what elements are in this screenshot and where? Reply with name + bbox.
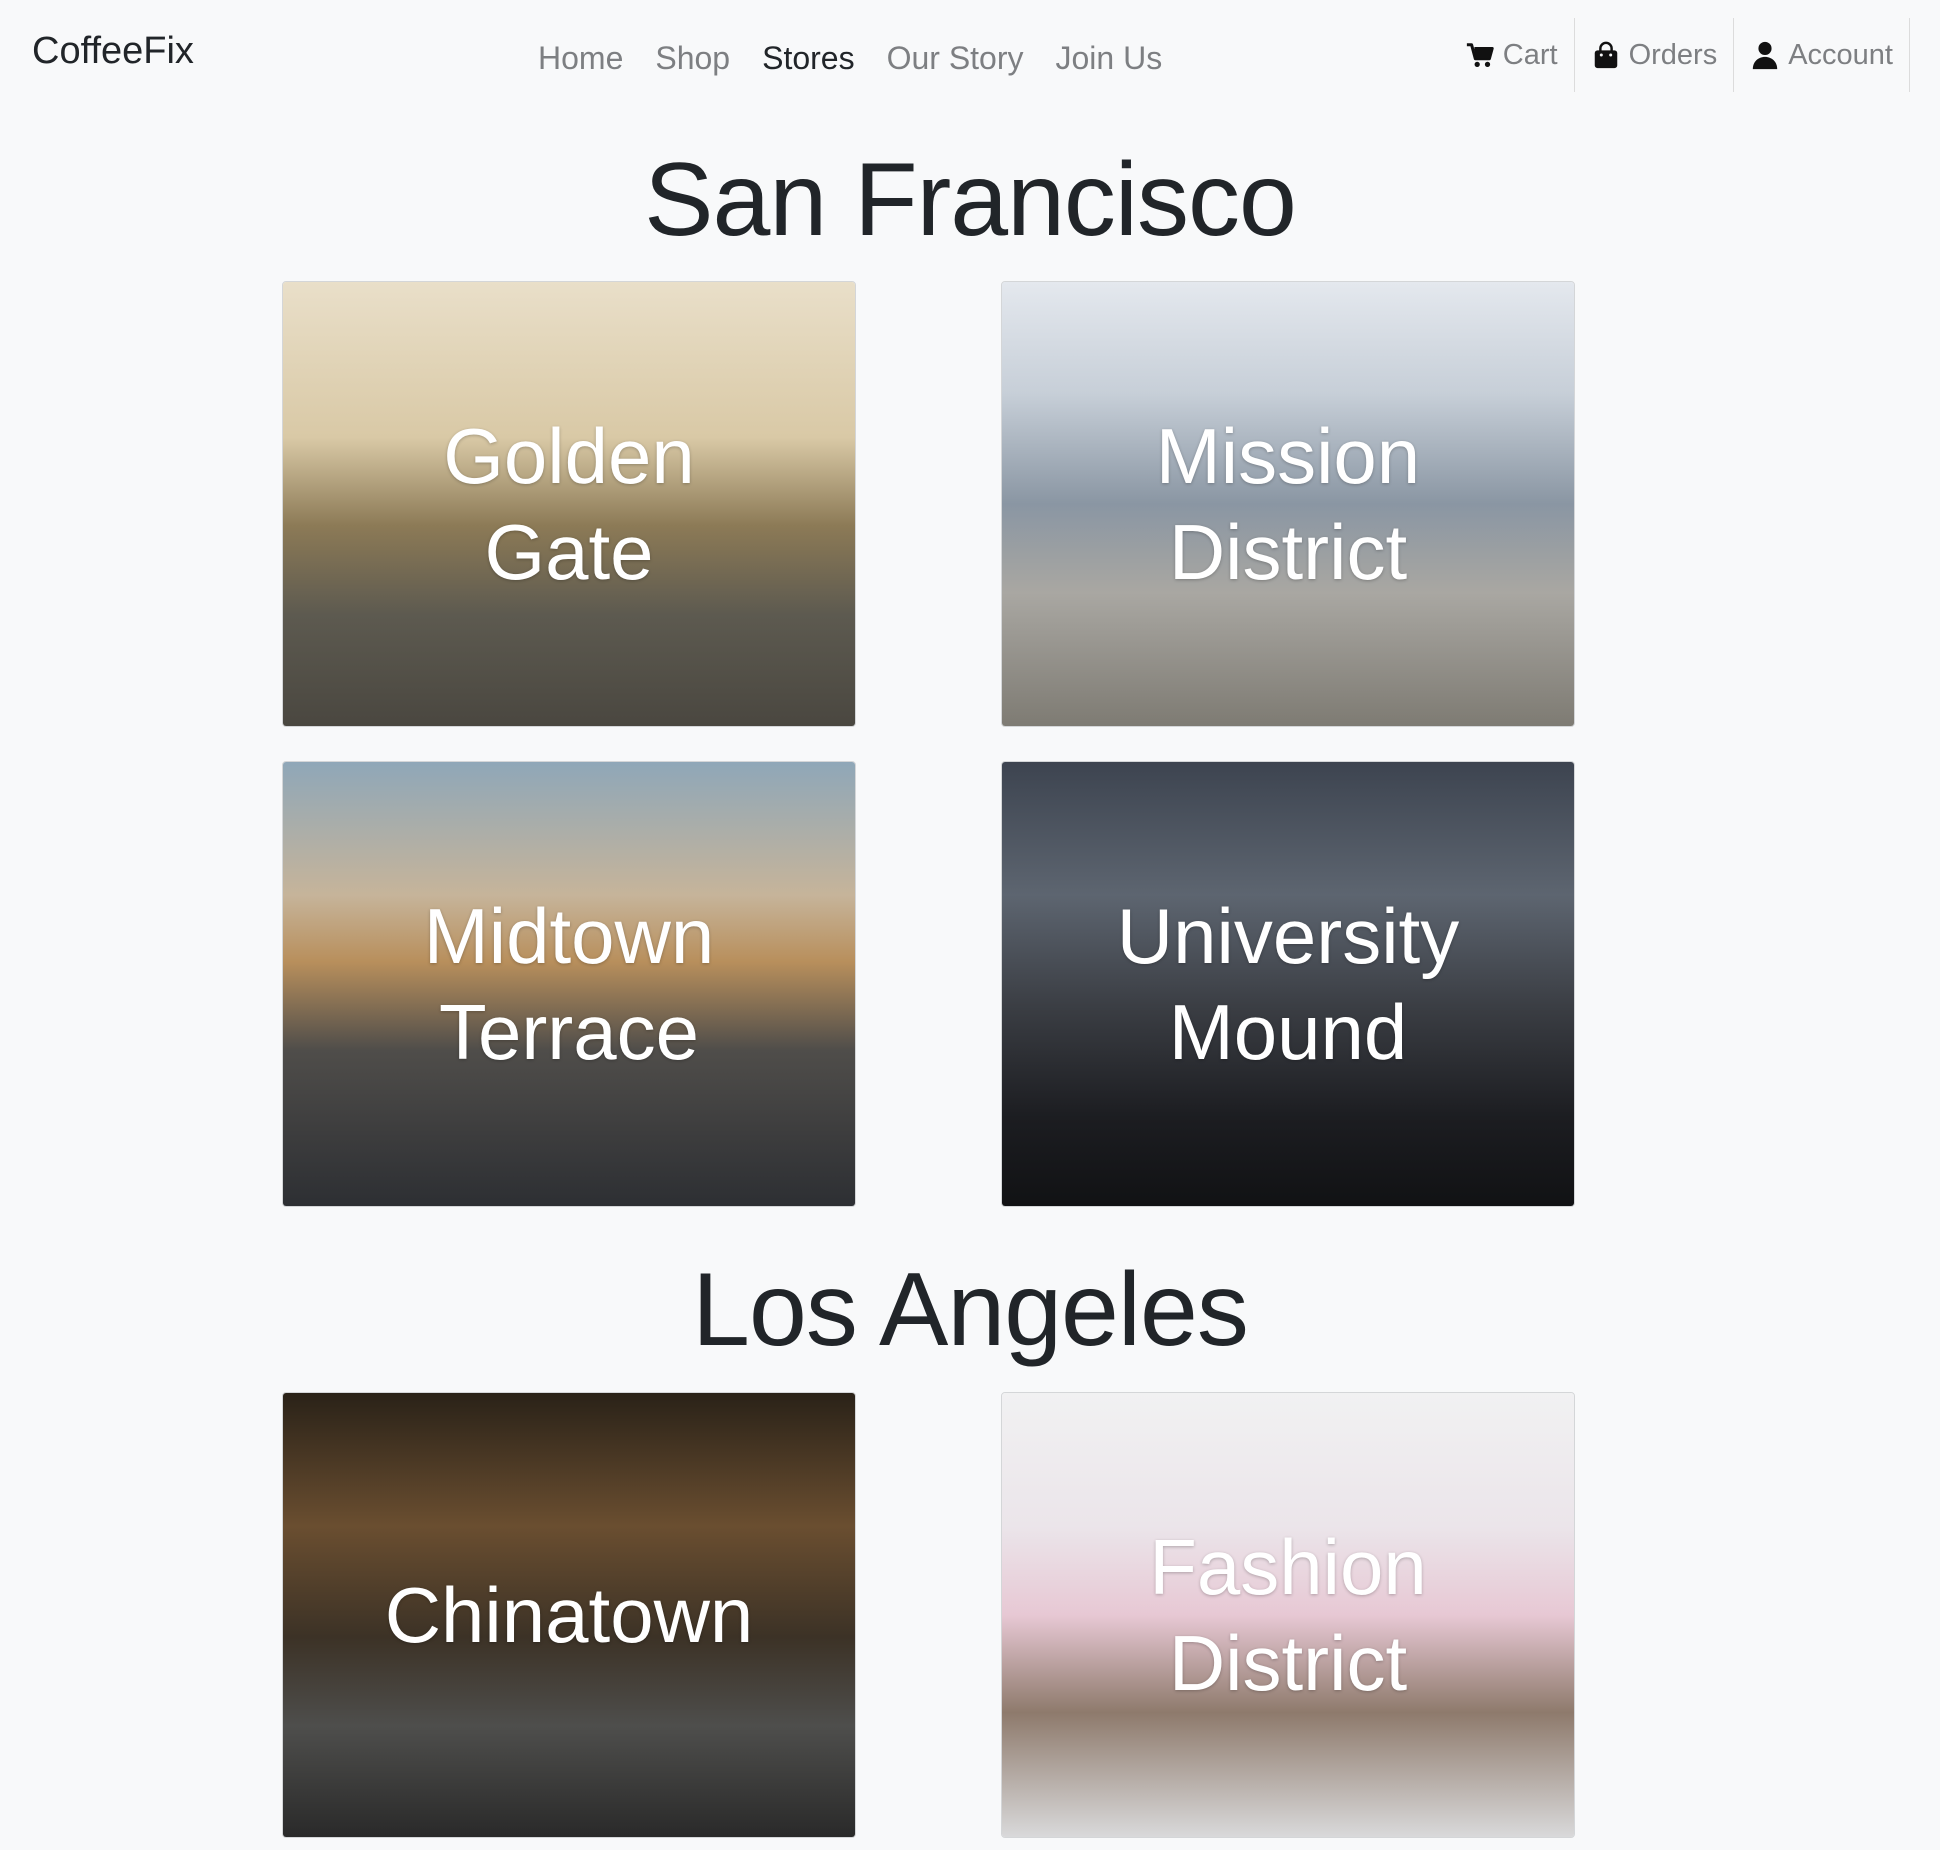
orders-label: Orders — [1628, 38, 1718, 71]
store-card-label: Mission District — [1155, 412, 1421, 596]
store-card-mission-district[interactable]: Mission District — [1001, 281, 1575, 727]
main-nav: Home Shop Stores Our Story Join Us — [522, 36, 1178, 80]
cart-label: Cart — [1502, 38, 1558, 71]
store-card-label: Midtown Terrace — [423, 892, 715, 1076]
account-label: Account — [1788, 38, 1893, 71]
store-card-golden-gate[interactable]: Golden Gate — [282, 281, 856, 727]
store-card-label: Golden Gate — [443, 412, 695, 596]
nav-link-our-story[interactable]: Our Story — [871, 36, 1040, 80]
city-heading-los-angeles: Los Angeles — [692, 1252, 1249, 1368]
store-card-fashion-district[interactable]: Fashion District — [1001, 1392, 1575, 1838]
brand-logo[interactable]: CoffeeFix — [32, 30, 194, 73]
cart-icon — [1465, 39, 1495, 71]
nav-link-home[interactable]: Home — [522, 36, 639, 80]
cart-link[interactable]: Cart — [1449, 18, 1575, 92]
account-nav: Cart Orders Account — [1449, 18, 1910, 92]
city-heading-san-francisco: San Francisco — [644, 142, 1297, 258]
store-card-label: Fashion District — [1149, 1523, 1427, 1707]
user-icon — [1750, 39, 1780, 71]
orders-link[interactable]: Orders — [1575, 18, 1735, 92]
navbar: CoffeeFix Home Shop Stores Our Story Joi… — [0, 0, 1940, 114]
nav-link-shop[interactable]: Shop — [639, 36, 746, 80]
nav-link-join-us[interactable]: Join Us — [1040, 36, 1179, 80]
nav-link-stores[interactable]: Stores — [746, 36, 870, 80]
store-card-label: Chinatown — [384, 1571, 754, 1659]
store-card-label: University Mound — [1116, 892, 1460, 1076]
store-card-university-mound[interactable]: University Mound — [1001, 761, 1575, 1207]
store-card-midtown-terrace[interactable]: Midtown Terrace — [282, 761, 856, 1207]
store-card-chinatown[interactable]: Chinatown — [282, 1392, 856, 1838]
account-link[interactable]: Account — [1734, 18, 1910, 92]
shopping-bag-icon — [1591, 39, 1621, 71]
